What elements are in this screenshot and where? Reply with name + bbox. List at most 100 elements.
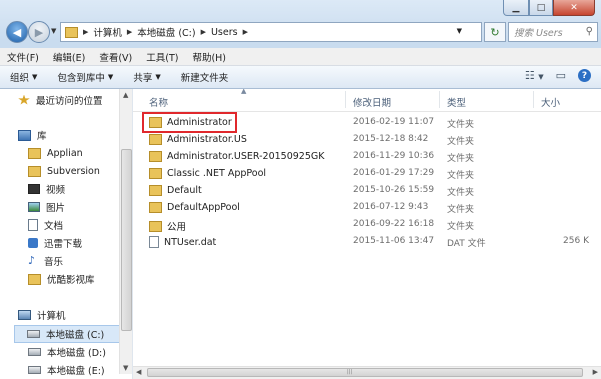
horizontal-scrollbar[interactable]: ◀ ||| ▶ — [133, 366, 601, 379]
column-divider[interactable] — [439, 91, 440, 108]
view-options-icon[interactable]: ☷ ▼ — [525, 69, 544, 82]
scrollbar-grip-icon: ||| — [347, 369, 353, 375]
file-row[interactable]: 公用 2016-09-22 16:18 文件夹 — [133, 217, 601, 233]
menu-edit[interactable]: 编辑(E) — [46, 50, 92, 64]
folder-icon — [149, 168, 162, 179]
forward-button[interactable]: ▶ — [28, 21, 50, 43]
breadcrumb-computer[interactable]: 计算机 — [93, 25, 122, 39]
chevron-right-icon[interactable]: ▶ — [243, 28, 248, 36]
include-in-library-button[interactable]: 包含到库中 ▼ — [47, 70, 123, 84]
nav-label: 音乐 — [44, 257, 64, 268]
scroll-up-icon[interactable]: ▲ — [123, 91, 128, 99]
minimize-button[interactable]: ▁ — [503, 0, 529, 16]
document-icon — [28, 219, 38, 231]
file-row[interactable]: Administrator.USER-20150925GK 2016-11-29… — [133, 149, 601, 165]
file-type: DAT 文件 — [447, 239, 486, 249]
address-row: ◀ ▶ ▼ ▶ 计算机 ▶ 本地磁盘 (C:) ▶ Users ▶ ▼ ↻ 搜索… — [0, 20, 601, 46]
column-divider[interactable] — [345, 91, 346, 108]
search-input[interactable]: 搜索 Users ⚲ — [508, 22, 598, 42]
breadcrumb-drive-c[interactable]: 本地磁盘 (C:) — [137, 25, 195, 39]
file-row[interactable]: Default 2015-10-26 15:59 文件夹 — [133, 183, 601, 199]
nav-libraries[interactable]: 库 — [18, 127, 47, 143]
nav-lib-subversion[interactable]: Subversion — [28, 163, 100, 179]
file-list: ▲ 名称 修改日期 类型 大小 Administrator 2016-02-19… — [133, 89, 601, 379]
file-date: 2016-11-29 10:36 — [353, 151, 435, 161]
menu-file[interactable]: 文件(F) — [0, 50, 46, 64]
menu-bar: 文件(F) 编辑(E) 查看(V) 工具(T) 帮助(H) — [0, 48, 601, 66]
annotation-highlight-box — [142, 112, 237, 133]
scrollbar-thumb[interactable] — [147, 368, 583, 377]
breadcrumb-users[interactable]: Users — [211, 27, 238, 38]
column-modified[interactable]: 修改日期 — [353, 95, 391, 109]
nav-recent-places[interactable]: 最近访问的位置 — [18, 92, 103, 108]
search-icon[interactable]: ⚲ — [586, 26, 593, 37]
nav-lib-youku[interactable]: 优酷影视库 — [28, 271, 95, 287]
recent-places-icon — [18, 94, 30, 105]
file-row[interactable]: NTUser.dat 2015-11-06 13:47 DAT 文件 256 K — [133, 234, 601, 250]
close-button[interactable]: ✕ — [553, 0, 595, 16]
file-row[interactable]: DefaultAppPool 2016-07-12 9:43 文件夹 — [133, 200, 601, 216]
column-divider[interactable] — [533, 91, 534, 108]
file-type: 文件夹 — [447, 154, 475, 164]
chevron-right-icon[interactable]: ▶ — [83, 28, 88, 36]
column-size[interactable]: 大小 — [541, 95, 560, 109]
chevron-right-icon[interactable]: ▶ — [201, 28, 206, 36]
nav-lib-music[interactable]: ♪ 音乐 — [28, 253, 63, 269]
nav-drive-e[interactable]: 本地磁盘 (E:) — [28, 362, 105, 378]
organize-label: 组织 — [10, 73, 30, 84]
folder-icon — [149, 202, 162, 213]
file-type: 文件夹 — [447, 222, 475, 232]
column-header-row: ▲ 名称 修改日期 类型 大小 — [133, 89, 601, 112]
file-name: Administrator.US — [167, 134, 247, 145]
nav-drive-d[interactable]: 本地磁盘 (D:) — [28, 344, 106, 360]
nav-label: 图片 — [46, 203, 66, 214]
maximize-button[interactable]: □ — [529, 0, 553, 16]
address-bar[interactable]: ▶ 计算机 ▶ 本地磁盘 (C:) ▶ Users ▶ ▼ — [60, 22, 482, 42]
file-row[interactable]: Classic .NET AppPool 2016-01-29 17:29 文件… — [133, 166, 601, 182]
nav-lib-videos[interactable]: 视频 — [28, 181, 65, 197]
new-folder-button[interactable]: 新建文件夹 — [171, 70, 239, 84]
nav-label: 本地磁盘 (D:) — [47, 348, 106, 359]
share-label: 共享 — [133, 73, 153, 84]
column-name[interactable]: 名称 — [149, 95, 168, 109]
nav-lib-applian[interactable]: Applian — [28, 145, 83, 161]
scroll-down-icon[interactable]: ▼ — [123, 364, 128, 372]
chevron-right-icon[interactable]: ▶ — [127, 28, 132, 36]
preview-pane-icon[interactable]: ▭ — [556, 69, 566, 82]
file-date: 2015-11-06 13:47 — [353, 236, 435, 246]
help-icon[interactable]: ? — [578, 69, 591, 82]
nav-label: 本地磁盘 (E:) — [47, 366, 105, 377]
nav-label: Applian — [47, 147, 83, 159]
scrollbar-thumb[interactable] — [121, 149, 132, 331]
column-type[interactable]: 类型 — [447, 95, 466, 109]
refresh-button[interactable]: ↻ — [484, 22, 506, 42]
pictures-icon — [28, 202, 40, 212]
scroll-left-icon[interactable]: ◀ — [136, 368, 141, 376]
folder-icon — [149, 151, 162, 162]
scroll-right-icon[interactable]: ▶ — [593, 368, 598, 376]
address-history-dropdown[interactable]: ▼ — [457, 27, 462, 35]
recent-pages-dropdown[interactable]: ▼ — [51, 27, 56, 35]
menu-view[interactable]: 查看(V) — [92, 50, 139, 64]
menu-tools[interactable]: 工具(T) — [139, 50, 185, 64]
organize-button[interactable]: 组织 ▼ — [0, 70, 47, 84]
file-row[interactable]: Administrator.US 2015-12-18 8:42 文件夹 — [133, 132, 601, 148]
menu-help[interactable]: 帮助(H) — [185, 50, 233, 64]
include-library-label: 包含到库中 — [57, 73, 105, 84]
new-folder-label: 新建文件夹 — [180, 73, 229, 84]
nav-label: 文档 — [44, 221, 64, 232]
nav-lib-documents[interactable]: 文档 — [28, 217, 63, 233]
nav-computer[interactable]: 计算机 — [18, 307, 66, 323]
nav-label: 最近访问的位置 — [36, 96, 103, 107]
file-date: 2016-01-29 17:29 — [353, 168, 435, 178]
back-button[interactable]: ◀ — [6, 21, 28, 43]
nav-lib-thunder-downloads[interactable]: 迅雷下载 — [28, 235, 82, 251]
folder-icon — [28, 273, 41, 285]
search-placeholder: 搜索 Users — [514, 28, 563, 39]
nav-drive-c[interactable]: 本地磁盘 (C:) — [14, 325, 120, 343]
nav-lib-pictures[interactable]: 图片 — [28, 199, 65, 215]
nav-pane-scrollbar[interactable]: ▲ ▼ — [119, 89, 132, 374]
file-date: 2016-07-12 9:43 — [353, 202, 429, 212]
share-button[interactable]: 共享 ▼ — [123, 70, 170, 84]
library-icon — [18, 129, 31, 141]
